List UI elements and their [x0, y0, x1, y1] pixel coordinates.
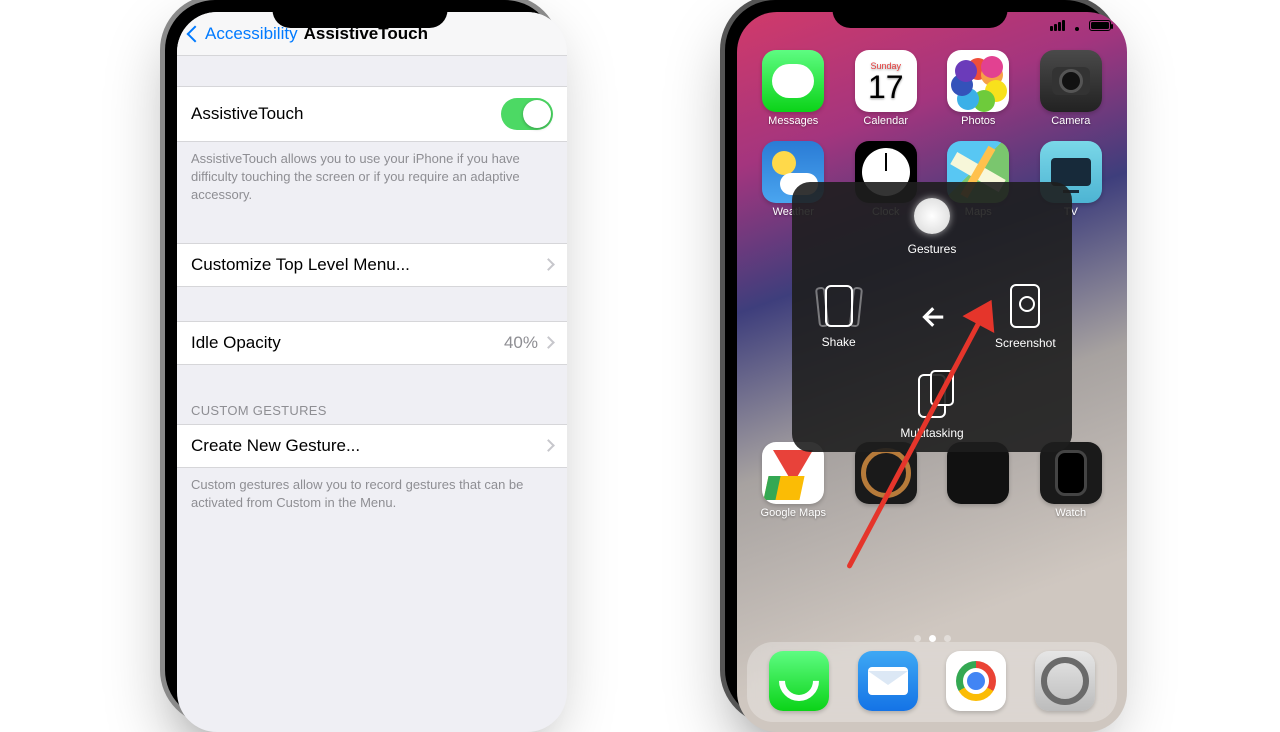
app-label: Photos — [938, 115, 1019, 127]
idle-opacity-row[interactable]: Idle Opacity 40% — [177, 321, 567, 365]
phone-right-homescreen: Messages Sunday17Calendar Photos Camera … — [725, 0, 1115, 720]
app-messages[interactable]: Messages — [753, 50, 834, 127]
app-label: Camera — [1031, 115, 1112, 127]
assistivetouch-menu: Gestures Shake Screenshot Multitasking — [792, 182, 1072, 452]
app-watch[interactable]: Watch — [1031, 442, 1112, 519]
app-label: Watch — [1031, 507, 1112, 519]
row-label: Customize Top Level Menu... — [191, 255, 410, 275]
chevron-right-icon — [542, 258, 555, 271]
row-label: Create New Gesture... — [191, 436, 360, 456]
at-screenshot-button[interactable]: Screenshot — [979, 272, 1072, 362]
at-gestures-button[interactable]: Gestures — [885, 182, 978, 272]
create-gesture-row[interactable]: Create New Gesture... — [177, 424, 567, 468]
at-shake-button[interactable]: Shake — [792, 272, 885, 362]
at-label: Gestures — [908, 242, 957, 256]
back-button[interactable]: Accessibility — [183, 24, 298, 44]
page-dot — [944, 635, 951, 642]
shake-icon — [825, 285, 853, 327]
gestures-footer: Custom gestures allow you to record gest… — [177, 468, 567, 520]
home-screen: Messages Sunday17Calendar Photos Camera … — [737, 12, 1127, 732]
gestures-group: Custom Gestures Create New Gesture... Cu… — [177, 395, 567, 520]
battery-icon — [1089, 20, 1111, 31]
notch — [273, 0, 448, 28]
chevron-right-icon — [542, 439, 555, 452]
dock-chrome-icon[interactable] — [946, 651, 1006, 711]
app-grid-row3: Google Maps Watch — [737, 442, 1127, 519]
at-label: Multitasking — [900, 426, 963, 440]
app-label: Messages — [753, 115, 834, 127]
gestures-icon — [914, 198, 950, 234]
camera-icon — [1040, 50, 1102, 112]
app-unknown[interactable] — [938, 442, 1019, 519]
opacity-group: Idle Opacity 40% — [177, 321, 567, 365]
back-arrow-icon — [911, 296, 953, 338]
notch — [833, 0, 1008, 28]
at-multitasking-button[interactable]: Multitasking — [885, 362, 978, 452]
photos-icon — [947, 50, 1009, 112]
dock-mail-icon[interactable] — [858, 651, 918, 711]
settings-screen: Accessibility AssistiveTouch AssistiveTo… — [177, 12, 567, 732]
customize-menu-row[interactable]: Customize Top Level Menu... — [177, 243, 567, 287]
status-bar — [1050, 18, 1111, 32]
app-calendar[interactable]: Sunday17 Calendar — [846, 50, 927, 127]
row-label: Idle Opacity — [191, 333, 281, 353]
wifi-icon — [1070, 18, 1084, 32]
dock — [747, 642, 1117, 722]
toggle-switch-on[interactable] — [501, 98, 553, 130]
app-google-maps[interactable]: Google Maps — [753, 442, 834, 519]
screenshot-icon — [1010, 284, 1040, 328]
toggle-footer: AssistiveTouch allows you to use your iP… — [177, 142, 567, 213]
at-back-button[interactable] — [885, 272, 978, 362]
assistivetouch-toggle-row[interactable]: AssistiveTouch — [177, 86, 567, 142]
phone-left-settings: Accessibility AssistiveTouch AssistiveTo… — [165, 0, 555, 720]
at-label: Screenshot — [995, 336, 1056, 350]
idle-opacity-value: 40% — [504, 333, 538, 353]
page-dot — [914, 635, 921, 642]
multitasking-icon — [918, 374, 946, 418]
cellular-signal-icon — [1050, 20, 1065, 31]
app-label: Calendar — [846, 115, 927, 127]
row-label: AssistiveTouch — [191, 104, 303, 124]
calendar-date: 17 — [868, 71, 904, 103]
calendar-icon: Sunday17 — [855, 50, 917, 112]
section-header: Custom Gestures — [177, 395, 567, 424]
app-ring[interactable] — [846, 442, 927, 519]
dock-phone-icon[interactable] — [769, 651, 829, 711]
toggle-group: AssistiveTouch AssistiveTouch allows you… — [177, 86, 567, 213]
app-photos[interactable]: Photos — [938, 50, 1019, 127]
app-camera[interactable]: Camera — [1031, 50, 1112, 127]
messages-icon — [762, 50, 824, 112]
chevron-left-icon — [187, 25, 204, 42]
chevron-right-icon — [542, 336, 555, 349]
customize-group: Customize Top Level Menu... — [177, 243, 567, 287]
page-dots[interactable] — [737, 635, 1127, 642]
page-dot-active — [929, 635, 936, 642]
app-label: Google Maps — [753, 507, 834, 519]
at-label: Shake — [822, 335, 856, 349]
app-label — [938, 507, 1019, 519]
dock-settings-icon[interactable] — [1035, 651, 1095, 711]
app-label — [846, 507, 927, 519]
